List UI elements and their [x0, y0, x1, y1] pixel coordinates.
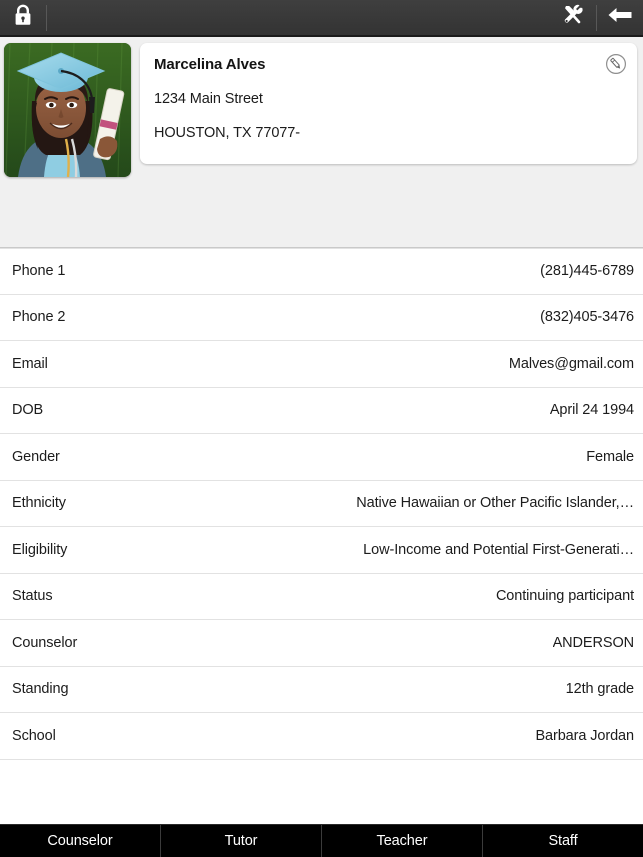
row-value: 12th grade [565, 681, 634, 698]
table-row[interactable]: Phone 1 (281)445-6789 [0, 248, 643, 295]
row-label: Counselor [12, 634, 78, 651]
row-label: Phone 1 [12, 263, 66, 280]
edit-pencil-icon [605, 53, 627, 75]
profile-header-panel: Marcelina Alves 1234 Main Street HOUSTON… [0, 37, 643, 248]
top-bar-divider-left [46, 4, 47, 31]
tab-label: Tutor [224, 833, 258, 849]
row-value: (832)405-3476 [540, 309, 634, 326]
profile-address-line-2: HOUSTON, TX 77077- [154, 125, 300, 141]
row-label: Eligibility [12, 541, 68, 558]
tools-icon [561, 3, 585, 32]
lock-icon [14, 4, 32, 31]
row-label: Gender [12, 448, 60, 465]
tab-tutor[interactable]: Tutor [161, 825, 322, 857]
row-value: (281)445-6789 [540, 263, 634, 280]
table-row[interactable]: Email Malves@gmail.com [0, 341, 643, 388]
row-value: ANDERSON [552, 634, 634, 651]
row-label: DOB [12, 402, 44, 419]
tools-button[interactable] [550, 0, 596, 35]
identity-card: Marcelina Alves 1234 Main Street HOUSTON… [140, 43, 637, 164]
row-value: Female [586, 448, 634, 465]
avatar[interactable] [4, 43, 131, 177]
row-label: Ethnicity [12, 495, 66, 512]
tab-label: Staff [548, 833, 578, 849]
graduate-portrait-image [4, 43, 131, 177]
row-value: April 24 1994 [549, 402, 634, 419]
row-label: Status [12, 588, 53, 605]
table-row[interactable]: Status Continuing participant [0, 574, 643, 620]
row-label: School [12, 727, 56, 744]
table-row[interactable]: DOB April 24 1994 [0, 388, 643, 434]
table-row[interactable]: School Barbara Jordan [0, 713, 643, 760]
edit-profile-button[interactable] [605, 53, 627, 75]
row-label: Phone 2 [12, 309, 66, 326]
row-value: Low-Income and Potential First-Generati… [363, 541, 634, 558]
back-button[interactable] [597, 0, 643, 35]
profile-name: Marcelina Alves [154, 56, 266, 73]
bottom-tab-bar: Counselor Tutor Teacher Staff [0, 824, 643, 857]
row-value: Native Hawaiian or Other Pacific Islande… [356, 495, 634, 512]
table-row[interactable]: Phone 2 (832)405-3476 [0, 295, 643, 341]
top-bar [0, 0, 643, 37]
row-value: Barbara Jordan [535, 727, 634, 744]
table-row[interactable]: Gender Female [0, 434, 643, 481]
tab-label: Counselor [47, 833, 113, 849]
top-bar-right-group [550, 0, 643, 35]
table-row[interactable]: Ethnicity Native Hawaiian or Other Pacif… [0, 481, 643, 527]
tab-label: Teacher [376, 833, 428, 849]
table-row[interactable]: Counselor ANDERSON [0, 620, 643, 667]
detail-list: Phone 1 (281)445-6789 Phone 2 (832)405-3… [0, 248, 643, 824]
table-row[interactable]: Standing 12th grade [0, 667, 643, 713]
row-value: Continuing participant [495, 588, 634, 605]
tab-counselor[interactable]: Counselor [0, 825, 161, 857]
app-root: Marcelina Alves 1234 Main Street HOUSTON… [0, 0, 643, 857]
tab-teacher[interactable]: Teacher [322, 825, 483, 857]
table-row[interactable]: Eligibility Low-Income and Potential Fir… [0, 527, 643, 574]
profile-address-line-1: 1234 Main Street [154, 91, 263, 107]
row-label: Standing [12, 681, 69, 698]
row-label: Email [12, 355, 48, 372]
lock-button[interactable] [0, 0, 46, 35]
row-value: Malves@gmail.com [508, 355, 634, 372]
top-bar-left-group [0, 0, 47, 35]
tab-staff[interactable]: Staff [483, 825, 643, 857]
back-arrow-icon [607, 5, 633, 30]
